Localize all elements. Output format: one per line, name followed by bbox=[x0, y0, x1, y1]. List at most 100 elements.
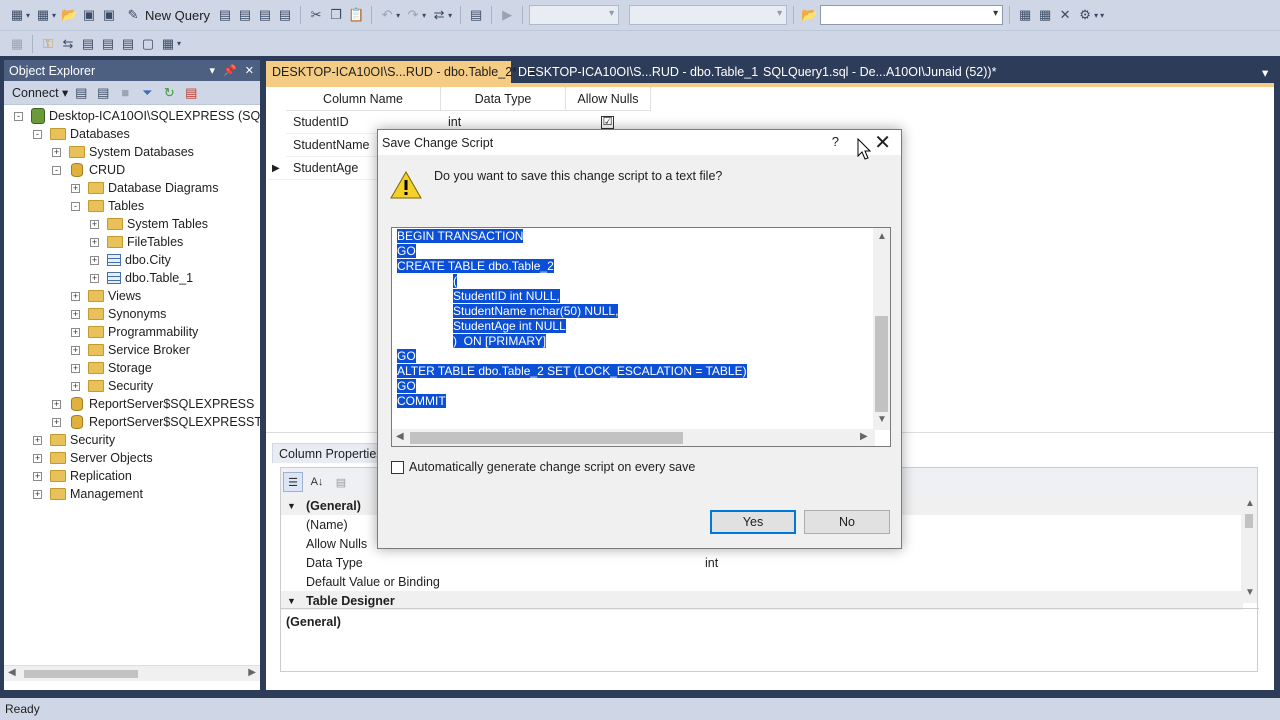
paste-icon[interactable]: 📋 bbox=[347, 6, 365, 24]
generate-script-icon[interactable]: ▦ bbox=[8, 35, 26, 53]
tree-node[interactable]: + Service Broker bbox=[71, 341, 190, 359]
no-button[interactable]: No bbox=[804, 510, 890, 534]
window-position-icon[interactable]: ▾ bbox=[210, 64, 216, 77]
help-button[interactable]: ? bbox=[832, 134, 839, 149]
tree-node[interactable]: + Security bbox=[33, 431, 115, 449]
expand-icon[interactable]: + bbox=[33, 435, 42, 445]
mdx-query-icon[interactable]: ▤ bbox=[256, 6, 274, 24]
save-all-icon[interactable]: ▣ bbox=[100, 6, 118, 24]
tree-node[interactable]: - CRUD bbox=[52, 161, 125, 179]
tree-node[interactable]: - Databases bbox=[33, 125, 130, 143]
expand-icon[interactable]: + bbox=[71, 183, 80, 193]
expand-icon[interactable]: + bbox=[52, 147, 61, 157]
collapse-icon[interactable]: - bbox=[52, 165, 61, 175]
row-selector-icon[interactable]: ▶ bbox=[268, 157, 286, 180]
spatial-indexes-icon[interactable]: ▢ bbox=[139, 35, 157, 53]
tree-node[interactable]: - Desktop-ICA10OI\SQLEXPRESS (SQL Se bbox=[14, 107, 260, 125]
tab-list-dropdown-icon[interactable]: ▾ bbox=[1256, 61, 1274, 83]
add-item-icon[interactable]: ▦ bbox=[34, 6, 52, 24]
scroll-up-icon[interactable]: ▲ bbox=[877, 231, 887, 242]
analysis-query-icon[interactable]: ▤ bbox=[236, 6, 254, 24]
tab-sqlquery1[interactable]: SQLQuery1.sql - De...A10OI\Junaid (52))* bbox=[757, 61, 1002, 83]
find-in-files-icon[interactable]: 📂 bbox=[800, 6, 818, 24]
property-pages-icon[interactable]: ▤ bbox=[331, 472, 351, 492]
tree-node[interactable]: + Security bbox=[71, 377, 153, 395]
script-vscrollbar[interactable]: ▲ ▼ bbox=[873, 228, 890, 430]
tree-node[interactable]: + ReportServer$SQLEXPRESS bbox=[52, 395, 254, 413]
connect-object-explorer-icon[interactable]: ▤ bbox=[72, 84, 90, 102]
activity-monitor-icon[interactable]: ▤ bbox=[467, 6, 485, 24]
expand-icon[interactable]: + bbox=[52, 417, 61, 427]
property-row[interactable]: Default Value or Binding bbox=[281, 572, 1243, 591]
primary-key-icon[interactable]: ⚿ bbox=[39, 35, 57, 53]
solution-explorer-icon[interactable]: ▦ bbox=[1016, 6, 1034, 24]
collapse-icon[interactable]: ▼ bbox=[287, 501, 296, 511]
execute-icon[interactable]: ▶ bbox=[498, 6, 516, 24]
relationships-icon[interactable]: ⇆ bbox=[59, 35, 77, 53]
scroll-thumb[interactable] bbox=[1245, 514, 1253, 528]
scroll-thumb[interactable] bbox=[410, 432, 683, 444]
close-panel-icon[interactable]: ✕ bbox=[245, 64, 254, 77]
column-properties-tab[interactable]: Column Properties bbox=[272, 443, 390, 463]
open-file-icon[interactable]: 📂 bbox=[60, 6, 78, 24]
expand-icon[interactable]: + bbox=[90, 255, 99, 265]
tree-node[interactable]: + Programmability bbox=[71, 323, 198, 341]
collapse-icon[interactable]: - bbox=[14, 111, 23, 121]
stop-icon[interactable]: ■ bbox=[116, 84, 134, 102]
tree-node[interactable]: + System Databases bbox=[52, 143, 194, 161]
expand-icon[interactable]: + bbox=[71, 291, 80, 301]
auto-generate-checkbox[interactable]: Automatically generate change script on … bbox=[391, 460, 695, 474]
navigate-icon[interactable]: ⇄ bbox=[430, 6, 448, 24]
collapse-icon[interactable]: - bbox=[33, 129, 42, 139]
scroll-thumb[interactable] bbox=[875, 316, 888, 412]
new-query-button[interactable]: ✎ New Query bbox=[120, 4, 214, 26]
copy-icon[interactable]: ❐ bbox=[327, 6, 345, 24]
refresh-icon[interactable]: ↻ bbox=[160, 84, 178, 102]
properties-vscrollbar[interactable]: ▲ ▼ bbox=[1241, 496, 1257, 603]
toolbox-icon[interactable]: ✕ bbox=[1056, 6, 1074, 24]
tab-table-1[interactable]: DESKTOP-ICA10OI\S...RUD - dbo.Table_1 bbox=[512, 61, 764, 83]
property-value[interactable]: int bbox=[705, 556, 718, 570]
save-icon[interactable]: ▣ bbox=[80, 6, 98, 24]
tree-node[interactable]: + ReportServer$SQLEXPRESSTemp bbox=[52, 413, 260, 431]
scroll-right-icon[interactable]: ▶ bbox=[860, 431, 868, 442]
dmx-query-icon[interactable]: ▤ bbox=[276, 6, 294, 24]
connect-button[interactable]: Connect ▾ bbox=[12, 85, 68, 100]
scroll-left-icon[interactable]: ◀ bbox=[8, 667, 16, 678]
properties-icon[interactable]: ▦ bbox=[1036, 6, 1054, 24]
tree-node[interactable]: + dbo.City bbox=[90, 251, 171, 269]
expand-icon[interactable]: + bbox=[33, 453, 42, 463]
database-engine-query-icon[interactable]: ▤ bbox=[216, 6, 234, 24]
checkbox-box[interactable] bbox=[391, 460, 404, 474]
tree-node[interactable]: + Management bbox=[33, 485, 143, 503]
change-script-textbox[interactable]: BEGIN TRANSACTION GO CREATE TABLE dbo.Tabl… bbox=[391, 227, 891, 447]
expand-icon[interactable]: + bbox=[90, 237, 99, 247]
check-constraints-icon[interactable]: ▤ bbox=[119, 35, 137, 53]
solution-config-combo[interactable] bbox=[629, 5, 788, 25]
tree-node[interactable]: + Replication bbox=[33, 467, 132, 485]
tree-node[interactable]: + dbo.Table_1 bbox=[90, 269, 193, 287]
scroll-down-icon[interactable]: ▼ bbox=[1245, 587, 1255, 598]
cut-icon[interactable]: ✂ bbox=[307, 6, 325, 24]
collapse-icon[interactable]: - bbox=[71, 201, 80, 211]
expand-icon[interactable]: + bbox=[71, 363, 80, 373]
database-combo[interactable] bbox=[529, 5, 620, 25]
tab-table-2[interactable]: DESKTOP-ICA10OI\S...RUD - dbo.Table_2* ✕ bbox=[266, 61, 538, 83]
scroll-up-icon[interactable]: ▲ bbox=[1245, 498, 1255, 509]
categorized-icon[interactable]: ☰ bbox=[283, 472, 303, 492]
expand-icon[interactable]: + bbox=[71, 381, 80, 391]
object-explorer-hscrollbar[interactable]: ◀ ▶ bbox=[4, 665, 260, 681]
change-table-view-icon[interactable]: ▦ bbox=[159, 35, 177, 53]
scroll-right-icon[interactable]: ▶ bbox=[248, 667, 256, 678]
redo-icon[interactable]: ↷ bbox=[404, 6, 422, 24]
tree-node[interactable]: + Synonyms bbox=[71, 305, 166, 323]
find-combo[interactable] bbox=[820, 5, 1004, 25]
indexes-icon[interactable]: ▤ bbox=[79, 35, 97, 53]
tree-node[interactable]: + Database Diagrams bbox=[71, 179, 218, 197]
xml-indexes-icon[interactable]: ▤ bbox=[99, 35, 117, 53]
expand-icon[interactable]: + bbox=[33, 471, 42, 481]
tree-node[interactable]: + System Tables bbox=[90, 215, 208, 233]
script-hscrollbar[interactable]: ◀ ▶ bbox=[392, 429, 875, 446]
toolbar-overflow-icon[interactable]: ▾ bbox=[1100, 11, 1104, 20]
scroll-left-icon[interactable]: ◀ bbox=[396, 431, 404, 442]
